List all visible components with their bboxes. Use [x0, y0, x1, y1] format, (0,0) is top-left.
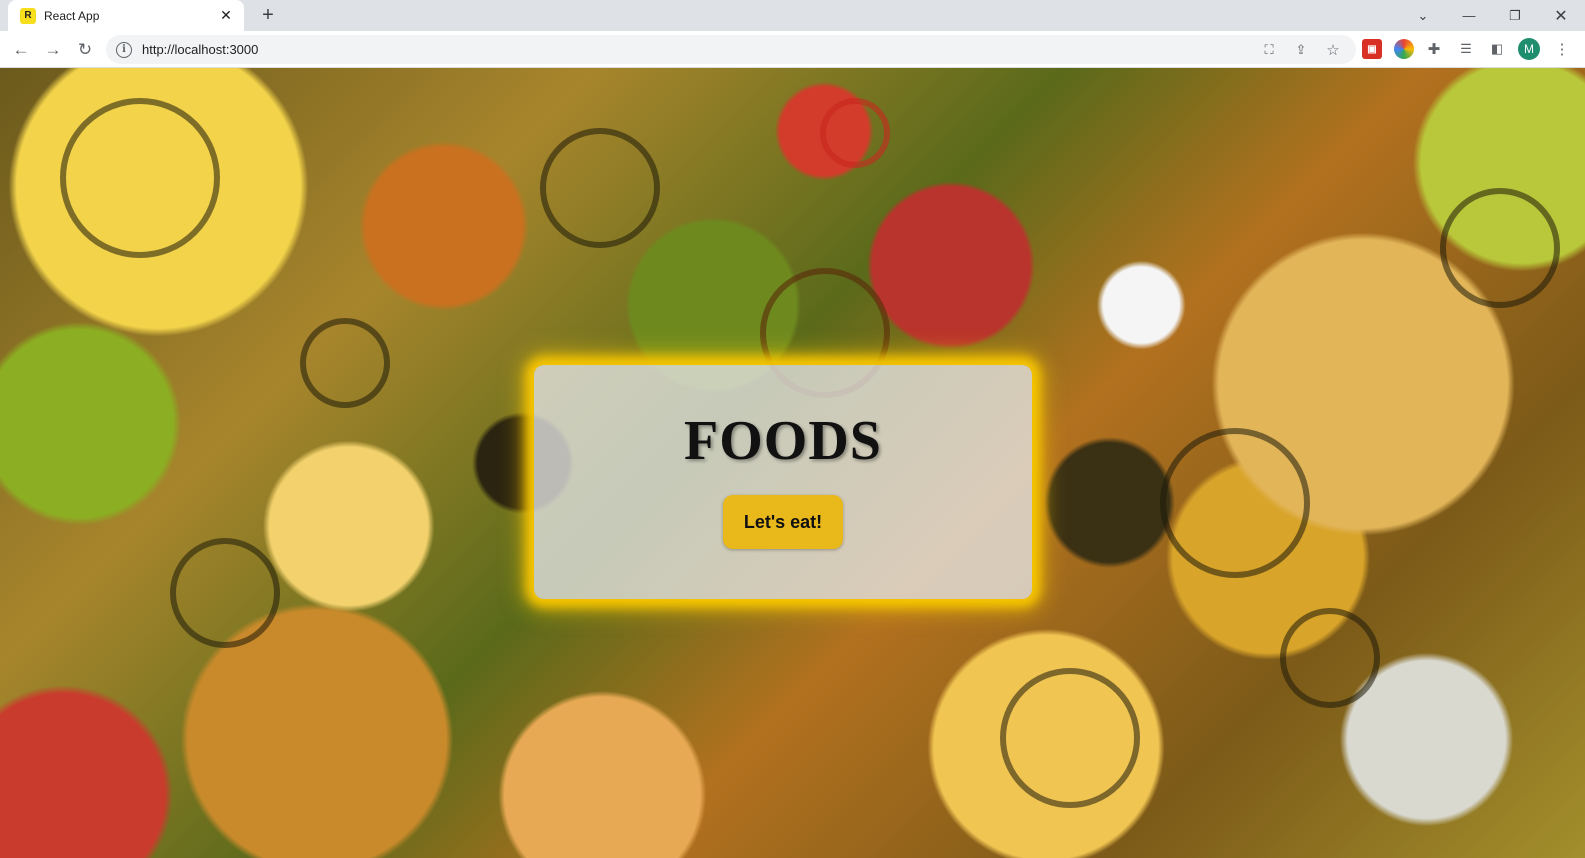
- window-close-button[interactable]: ✕: [1538, 0, 1584, 31]
- extension-red-icon[interactable]: ▣: [1362, 39, 1382, 59]
- welcome-card: FOODS Let's eat!: [534, 365, 1032, 599]
- forward-arrow-icon[interactable]: →: [40, 37, 66, 63]
- address-bar[interactable]: i http://localhost:3000 ⛶ ⇪ ☆: [106, 35, 1356, 64]
- close-icon[interactable]: ✕: [218, 7, 234, 24]
- back-arrow-icon[interactable]: ←: [8, 37, 34, 63]
- browser-toolbar: ← → ↻ i http://localhost:3000 ⛶ ⇪ ☆ ▣ ✚ …: [0, 31, 1585, 68]
- page-title: FOODS: [684, 410, 882, 472]
- tab-title: React App: [44, 8, 100, 23]
- new-tab-button[interactable]: +: [256, 4, 280, 28]
- page-viewport: FOODS Let's eat!: [0, 68, 1585, 858]
- tab-search-chevron-down-icon[interactable]: ⌄: [1400, 0, 1446, 31]
- site-info-icon[interactable]: i: [116, 41, 132, 58]
- extension-color-icon[interactable]: [1394, 39, 1414, 59]
- side-panel-icon[interactable]: ◧: [1487, 39, 1507, 59]
- react-favicon-icon: R: [20, 7, 36, 24]
- extensions-puzzle-icon[interactable]: ✚: [1424, 39, 1444, 59]
- reload-icon[interactable]: ↻: [72, 37, 98, 63]
- tab-react-app[interactable]: R React App ✕: [8, 0, 244, 31]
- bookmark-star-icon[interactable]: ☆: [1323, 41, 1343, 59]
- profile-avatar[interactable]: M: [1518, 38, 1540, 60]
- menu-kebab-icon[interactable]: ⋮: [1552, 39, 1572, 59]
- reading-list-icon[interactable]: ☰: [1456, 39, 1476, 59]
- url-text[interactable]: http://localhost:3000: [142, 42, 258, 57]
- share-icon[interactable]: ⇪: [1291, 41, 1311, 59]
- tab-strip: R React App ✕ + ⌄ — ❐ ✕: [0, 0, 1585, 31]
- restore-button[interactable]: ❐: [1492, 0, 1538, 31]
- minimize-button[interactable]: —: [1446, 0, 1492, 31]
- lets-eat-button[interactable]: Let's eat!: [723, 495, 843, 549]
- translate-icon[interactable]: ⛶: [1259, 41, 1279, 59]
